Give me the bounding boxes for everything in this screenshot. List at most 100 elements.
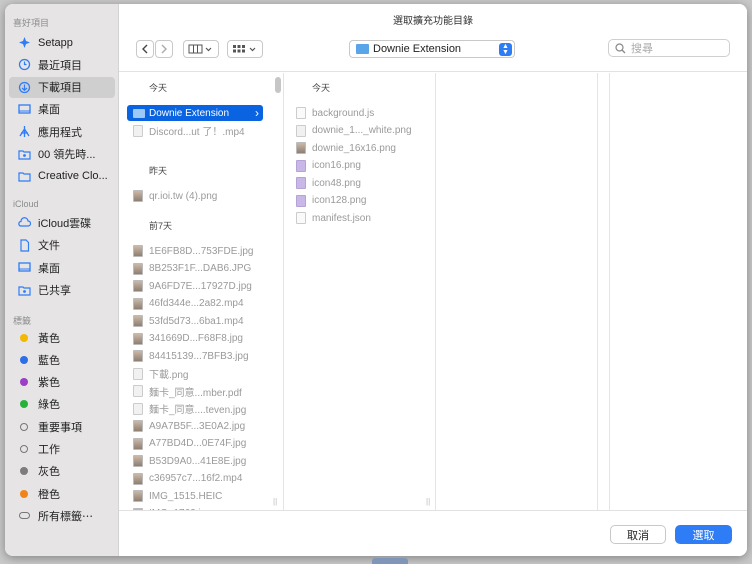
file-row[interactable]: 46fd344e...2a82.mp4 [127,296,263,312]
file-name: Downie Extension [149,107,230,119]
columns-view-icon [188,44,212,54]
file-name: c36957c7...16f2.mp4 [149,473,243,484]
sidebar-tag-4[interactable]: 重要事項 [9,416,115,437]
file-row[interactable]: 8B253F1F...DAB6.JPG [127,261,263,277]
file-name: 麵卡_同意...mber.pdf [149,387,242,399]
sidebar-tag-7[interactable]: 橙色 [9,483,115,504]
file-icon [133,472,143,485]
folder-icon [133,108,145,118]
sidebar-item-favorite-2[interactable]: 下載項目 [9,76,115,98]
sidebar-tag-5[interactable]: 工作 [9,439,115,460]
download-icon [17,80,31,94]
file-row[interactable]: qr.ioi.tw (4).png [127,188,263,204]
all-tags-icon [17,509,31,523]
file-row[interactable]: 麵卡_同意...mber.pdf [127,383,263,399]
file-name: A77BD4D...0E74F.jpg [149,438,247,449]
sidebar-tag-8[interactable]: 所有標籤⋯ [9,505,115,526]
sidebar-item-favorite-3[interactable]: 桌面 [9,99,115,120]
sidebar-item-favorite-4[interactable]: 應用程式 [9,121,115,142]
clock-icon [17,58,31,72]
cancel-button[interactable]: 取消 [610,525,666,544]
column-resize-handle[interactable]: || [273,497,277,506]
column-4[interactable] [598,73,610,510]
column-3[interactable] [436,73,598,510]
file-row[interactable]: 麵卡_同意....teven.jpg [127,401,263,417]
file-row[interactable]: 53fd5d73...6ba1.mp4 [127,313,263,329]
column-2[interactable]: 今天 background.js downie_1..._white.png down… [284,73,436,510]
sidebar-tag-1[interactable]: 藍色 [9,349,115,370]
sidebar-tag-6[interactable]: 灰色 [9,461,115,482]
sidebar-tag-3[interactable]: 綠色 [9,394,115,415]
view-mode-button[interactable] [183,40,219,58]
sidebar-item-label: 已共享 [38,285,71,297]
desktop-icon [17,261,31,275]
sidebar-item-favorite-5[interactable]: 00 領先時... [9,144,115,165]
file-name: IMG_1515.HEIC [149,490,223,502]
sidebar-item-favorite-1[interactable]: 最近項目 [9,54,115,75]
sidebar-item-icloud-0[interactable]: iCloud雲碟 [9,212,115,233]
file-row[interactable]: 1E6FB8D...753FDE.jpg [127,243,263,259]
location-popup[interactable]: Downie Extension ▲ ▼ [349,40,515,58]
file-name: B53D9A0...41E8E.jpg [149,455,247,467]
file-row[interactable]: 9A6FD7E...17927D.jpg [127,278,263,294]
file-row[interactable]: IMG_1515.HEIC [127,488,263,504]
file-row[interactable]: Discord...ut 了！.mp4 [127,123,263,139]
file-row[interactable]: B53D9A0...41E8E.jpg [127,453,263,469]
file-row[interactable]: downie_1..._white.png [290,123,428,139]
file-icon [296,159,306,172]
file-row[interactable]: icon48.png [290,175,428,191]
file-icon [133,437,143,450]
file-row[interactable]: Downie Extension › [127,105,263,121]
back-button[interactable] [136,40,154,58]
sidebar-item-icloud-3[interactable]: 已共享 [9,280,115,301]
file-name: Discord...ut 了！.mp4 [149,127,245,138]
file-name: manifest.json [312,212,371,224]
sidebar-item-label: 桌面 [38,104,60,117]
file-name: 麵卡_同意....teven.jpg [149,405,247,416]
file-row[interactable]: icon128.png [290,193,428,209]
file-name: downie_16x16.png [312,142,396,154]
file-row[interactable]: downie_16x16.png [290,140,428,156]
column-1[interactable]: 今天 Downie Extension › Discord...ut 了！.mp4 昨天… [119,73,284,510]
scrollbar-thumb[interactable] [275,77,281,93]
group-button[interactable] [227,40,263,58]
file-name: 84415139...7BFB3.jpg [149,350,249,362]
file-icon [133,367,143,380]
file-icon [133,385,143,397]
sidebar-item-icloud-2[interactable]: 桌面 [9,257,115,278]
search-input[interactable]: 搜尋 [608,39,730,57]
forward-button[interactable] [155,40,173,58]
group-header: 今天 [149,83,168,93]
sidebar-item-favorite-0[interactable]: Setapp [9,32,115,53]
file-row[interactable]: A9A7B5F...3E0A2.jpg [127,418,263,434]
sidebar-tag-0[interactable]: 黃色 [9,327,115,348]
tag-circle-icon [17,442,31,456]
file-icon [133,190,143,202]
cloud-icon [17,216,31,230]
column-5[interactable] [610,73,747,510]
file-row[interactable]: manifest.json [290,210,428,226]
sidebar-tag-label: 所有標籤⋯ [38,510,93,523]
file-icon [133,280,143,292]
file-row[interactable]: 341669D...F68F8.jpg [127,331,263,347]
chevron-right-icon [161,44,167,54]
file-row[interactable]: A77BD4D...0E74F.jpg [127,436,263,452]
file-row[interactable]: 下載.png [127,366,263,382]
file-row[interactable]: c36957c7...16f2.mp4 [127,471,263,487]
file-row[interactable]: background.js [290,105,428,121]
column-browser: 今天 Downie Extension › Discord...ut 了！.mp4 昨天… [119,73,747,510]
file-row[interactable]: 84415139...7BFB3.jpg [127,348,263,364]
file-row[interactable]: icon16.png [290,158,428,174]
sidebar-item-label: 應用程式 [38,126,82,139]
select-button[interactable]: 選取 [675,525,732,544]
sidebar-item-icloud-1[interactable]: 文件 [9,235,115,256]
file-name: background.js [312,107,375,119]
sidebar-header-icloud: iCloud [13,199,39,209]
file-name: qr.ioi.tw (4).png [149,190,218,202]
sidebar-tag-2[interactable]: 紫色 [9,372,115,393]
file-icon [133,245,143,257]
column-resize-handle[interactable]: || [426,497,430,506]
file-icon [133,420,143,432]
sidebar-item-label: 桌面 [38,262,60,275]
sidebar-item-favorite-6[interactable]: Creative Clo... [9,166,115,187]
